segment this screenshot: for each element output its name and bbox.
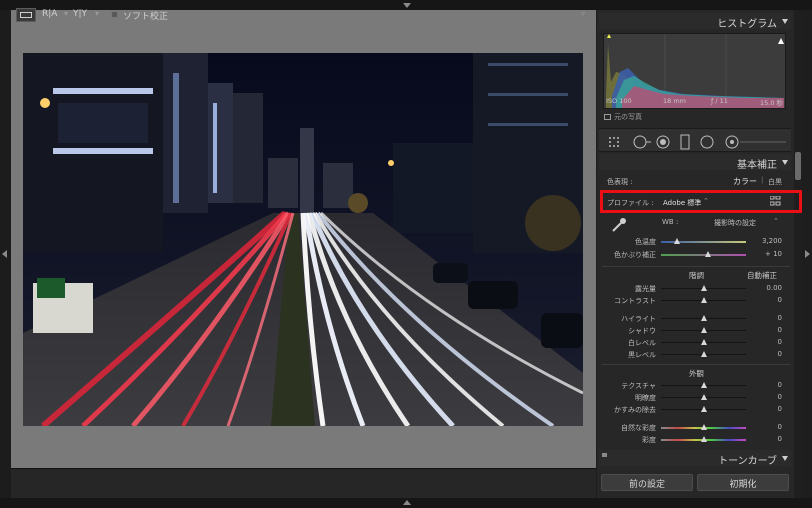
shadows-label: シャドウ (628, 327, 656, 335)
night-street-photo (23, 53, 583, 426)
panel-scrollbar[interactable] (794, 10, 802, 498)
temp-label: 色温度 (635, 238, 656, 246)
ra-dropdown-icon[interactable]: ▾ (64, 9, 68, 18)
highlights-label: ハイライト (621, 315, 656, 323)
spot-removal-tool-icon[interactable] (634, 134, 652, 146)
soft-proof-checkbox[interactable] (111, 11, 118, 18)
temp-slider-thumb[interactable] (674, 238, 680, 244)
toolbar-menu-icon[interactable]: ▿ (581, 9, 585, 18)
soft-proof-label: ソフト校正 (123, 12, 169, 22)
treatment-color-option[interactable]: カラー (733, 176, 757, 187)
panel-switch-icon[interactable] (602, 453, 607, 457)
tone-curve-title: トーンカーブ (718, 456, 777, 467)
tint-value[interactable]: + 10 (758, 250, 782, 258)
original-photo-indicator: 元の写真 (604, 112, 642, 122)
wb-dropdown-chevron-icon[interactable]: ⌃ (773, 217, 779, 225)
profile-highlight-box (600, 190, 802, 213)
temp-value[interactable]: 3,200 (758, 237, 782, 245)
brush-tool-slider-icon[interactable] (725, 134, 785, 148)
highlights-value[interactable]: 0 (758, 314, 782, 322)
crop-tool-icon[interactable] (611, 134, 623, 146)
contrast-value[interactable]: 0 (758, 296, 782, 304)
blacks-slider-thumb[interactable] (701, 351, 707, 357)
wb-dropdown[interactable]: 撮影時の設定 (714, 218, 756, 228)
wb-label: WB : (662, 218, 679, 226)
contrast-label: コントラスト (614, 297, 656, 305)
basic-title: 基本補正 (737, 160, 777, 171)
basic-divider (602, 266, 790, 267)
focal-length-readout: 18 mm (663, 97, 687, 105)
texture-value[interactable]: 0 (758, 381, 782, 389)
dehaze-value[interactable]: 0 (758, 405, 782, 413)
red-eye-tool-icon[interactable] (656, 134, 670, 148)
radial-filter-icon[interactable] (700, 134, 714, 148)
dehaze-label: かすみの除去 (614, 406, 656, 414)
basic-header[interactable]: 基本補正 (599, 154, 791, 171)
show-filmstrip-arrow-icon[interactable] (403, 500, 411, 505)
collapse-icon (782, 456, 788, 461)
previous-settings-button[interactable]: 前の設定 (601, 474, 693, 491)
tone-curve-header[interactable]: トーンカーブ (599, 450, 791, 467)
original-photo-icon (604, 114, 611, 120)
tint-slider-thumb[interactable] (705, 251, 711, 257)
before-after-ra-button[interactable]: R|A (42, 9, 57, 19)
tint-label: 色かぶり補正 (614, 251, 656, 259)
tone-group-label: 階調 (689, 271, 704, 280)
hide-right-panel-arrow-icon[interactable] (805, 250, 810, 258)
saturation-value[interactable]: 0 (758, 435, 782, 443)
contrast-slider-thumb[interactable] (701, 297, 707, 303)
iso-readout: ISO 100 (606, 97, 632, 105)
treatment-separator: | (761, 176, 764, 184)
photo-preview[interactable] (23, 53, 583, 426)
exposure-slider-thumb[interactable] (701, 285, 707, 291)
saturation-label: 彩度 (642, 436, 656, 444)
treatment-label: 色表現 : (607, 178, 633, 186)
yy-dropdown-icon[interactable]: ▾ (95, 9, 99, 18)
show-left-panel-arrow-icon[interactable] (2, 250, 7, 258)
vibrance-label: 自然な彩度 (621, 424, 656, 432)
clarity-label: 明瞭度 (635, 394, 656, 402)
saturation-slider-thumb[interactable] (701, 436, 707, 442)
whites-value[interactable]: 0 (758, 338, 782, 346)
panel-scroll-thumb[interactable] (795, 152, 801, 180)
show-top-panel-arrow-icon[interactable] (403, 3, 411, 8)
graduated-filter-icon[interactable] (679, 134, 689, 148)
tint-slider-track[interactable] (661, 254, 746, 256)
highlights-slider-thumb[interactable] (701, 315, 707, 321)
exposure-label: 露光量 (635, 285, 656, 293)
blacks-value[interactable]: 0 (758, 350, 782, 358)
clarity-value[interactable]: 0 (758, 393, 782, 401)
shadows-value[interactable]: 0 (758, 326, 782, 334)
aperture-readout: ƒ / 11 (711, 97, 728, 105)
bottom-toolbar (11, 468, 596, 498)
auto-tone-button[interactable]: 自動補正 (747, 270, 777, 281)
shadows-slider-thumb[interactable] (701, 327, 707, 333)
clarity-slider-thumb[interactable] (701, 394, 707, 400)
loupe-view-button[interactable] (16, 8, 36, 22)
presence-group-label: 外観 (689, 369, 704, 378)
vibrance-value[interactable]: 0 (758, 423, 782, 431)
shutter-readout: 15.0 秒 (760, 99, 784, 107)
presence-divider (602, 364, 790, 365)
dehaze-slider-thumb[interactable] (701, 406, 707, 412)
before-after-yy-button[interactable]: Y|Y (73, 9, 87, 19)
exposure-value[interactable]: 0.00 (758, 284, 782, 292)
loupe-view-icon (20, 12, 32, 18)
texture-slider-thumb[interactable] (701, 382, 707, 388)
whites-label: 白レベル (628, 339, 656, 347)
histogram-header[interactable]: ヒストグラム (599, 13, 791, 30)
collapse-icon (782, 19, 788, 24)
texture-label: テクスチャ (621, 382, 656, 390)
histogram-title: ヒストグラム (717, 19, 777, 30)
vibrance-slider-thumb[interactable] (701, 424, 707, 430)
reset-button[interactable]: 初期化 (697, 474, 789, 491)
whites-slider-thumb[interactable] (701, 339, 707, 345)
original-photo-label: 元の写真 (614, 113, 642, 121)
white-balance-eyedropper-icon[interactable] (610, 216, 628, 234)
treatment-bw-option[interactable]: 白黒 (768, 177, 782, 187)
blacks-label: 黒レベル (628, 351, 656, 359)
collapse-icon (782, 160, 788, 165)
